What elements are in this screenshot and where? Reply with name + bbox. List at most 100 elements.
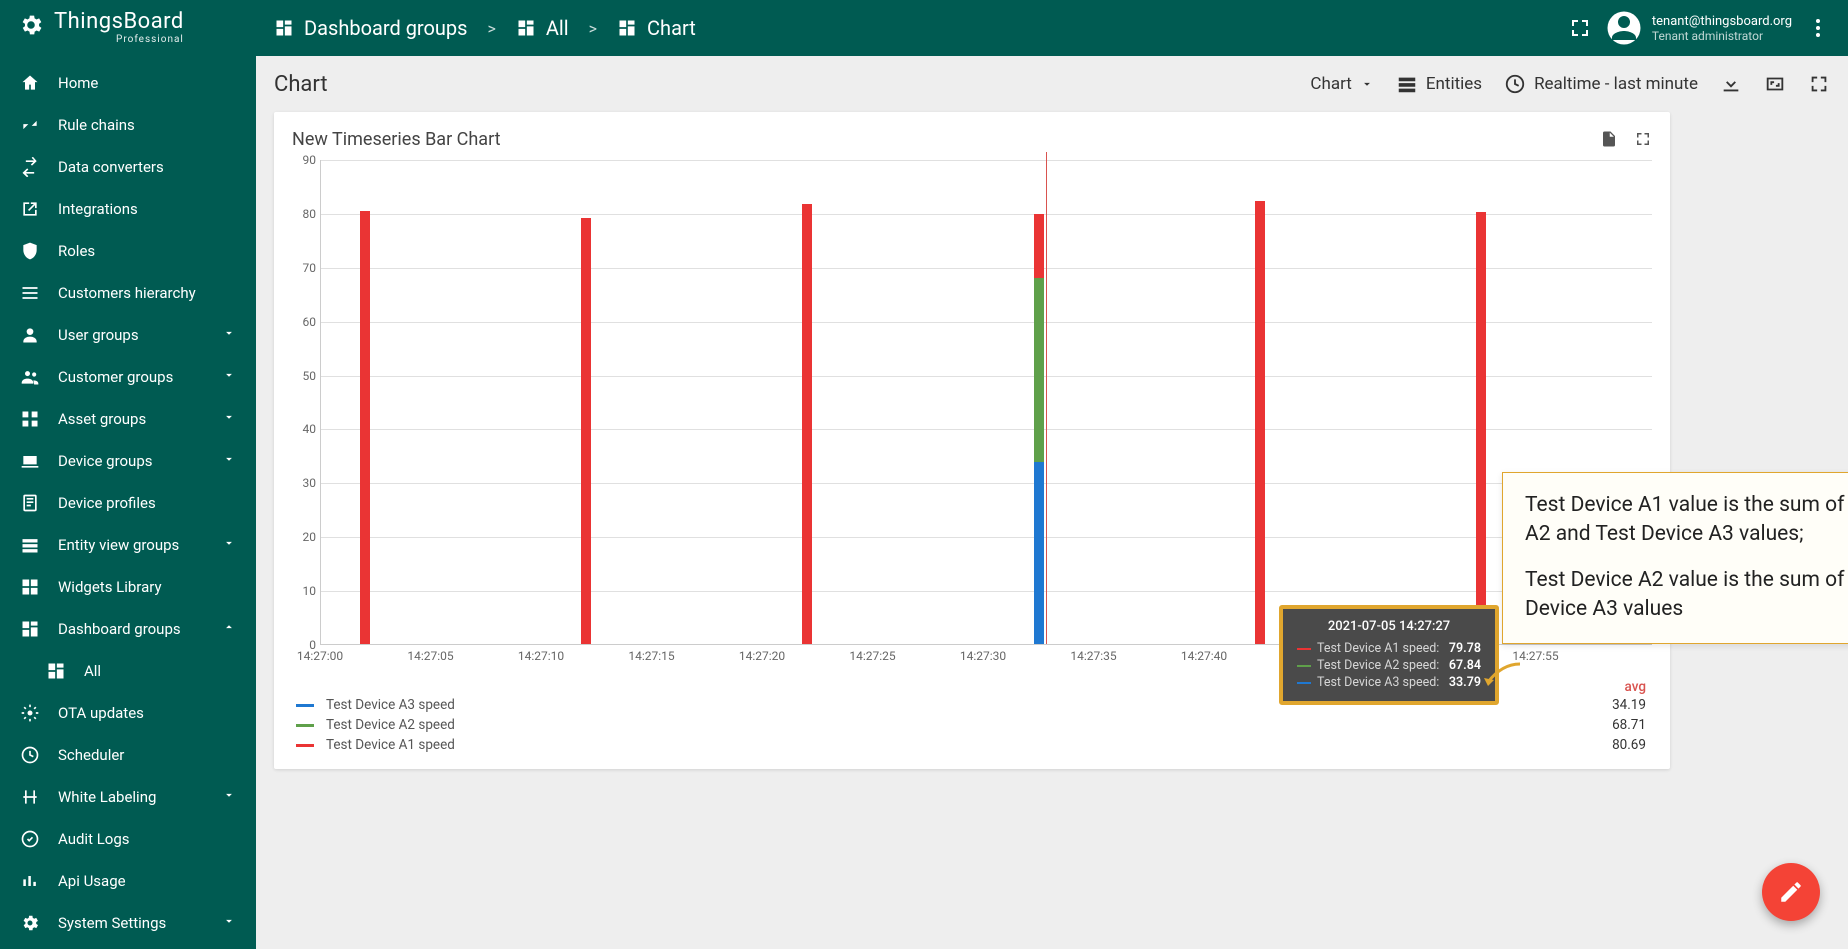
y-tick: 10 <box>303 584 317 598</box>
brand-name: ThingsBoard <box>54 11 184 33</box>
y-tick: 20 <box>303 530 317 544</box>
edit-fab[interactable] <box>1762 863 1820 921</box>
brand-logo[interactable]: ThingsBoard Professional <box>0 0 256 56</box>
nav-item-rule-chains[interactable]: Rule chains <box>0 104 256 146</box>
x-tick: 14:27:05 <box>407 649 453 663</box>
x-tick: 14:27:20 <box>739 649 785 663</box>
nav-label: Device groups <box>58 452 153 470</box>
legend-row[interactable]: Test Device A1 speed80.69 <box>292 735 1652 755</box>
dashboard-toolbar: Chart Chart Entities Realtime - last min… <box>256 56 1848 112</box>
x-tick: 14:27:30 <box>960 649 1006 663</box>
nav-item-white-labeling[interactable]: White Labeling <box>0 776 256 818</box>
nav-item-dashboard-groups[interactable]: Dashboard groups <box>0 608 256 650</box>
chart-tooltip: 2021-07-05 14:27:27 Test Device A1 speed… <box>1279 605 1499 705</box>
export-icon[interactable] <box>1600 130 1618 148</box>
callout-line2: Test Device A2 value is the sum of itsel… <box>1525 566 1848 625</box>
nav-label: System Settings <box>58 914 166 932</box>
nav-label: Entity view groups <box>58 536 179 554</box>
download-icon[interactable] <box>1720 73 1742 95</box>
nav-item-all[interactable]: All <box>0 650 256 692</box>
breadcrumb-sep: > <box>488 19 496 38</box>
fullscreen-icon[interactable] <box>1634 130 1652 148</box>
kebab-icon[interactable] <box>1806 16 1830 40</box>
entity-icon <box>20 535 40 555</box>
timewindow-button[interactable]: Realtime - last minute <box>1504 73 1698 95</box>
user-email: tenant@thingsboard.org <box>1652 14 1792 29</box>
nav-item-customers-hierarchy[interactable]: Customers hierarchy <box>0 272 256 314</box>
widget-card: New Timeseries Bar Chart 010203040506070… <box>274 112 1670 769</box>
nav-item-entity-view-groups[interactable]: Entity view groups <box>0 524 256 566</box>
breadcrumb-label: All <box>546 16 569 40</box>
gridline <box>321 268 1652 269</box>
x-tick: 14:27:15 <box>628 649 674 663</box>
header: Dashboard groups > All > Chart tenant@th… <box>256 0 1848 56</box>
breadcrumb-label: Chart <box>647 16 696 40</box>
y-tick: 80 <box>303 207 317 221</box>
y-axis: 0102030405060708090 <box>292 160 320 645</box>
gear-icon <box>20 913 40 933</box>
nav-label: Device profiles <box>58 494 156 512</box>
breadcrumb-chart[interactable]: Chart <box>617 16 696 40</box>
nav-item-system-settings[interactable]: System Settings <box>0 902 256 944</box>
nav-item-user-groups[interactable]: User groups <box>0 314 256 356</box>
legend-label: Test Device A2 speed <box>326 717 455 733</box>
chevron-down-icon <box>222 368 236 386</box>
fullscreen-icon[interactable] <box>1808 73 1830 95</box>
nav-item-device-groups[interactable]: Device groups <box>0 440 256 482</box>
entities-button[interactable]: Entities <box>1396 73 1482 95</box>
avatar-icon <box>1606 10 1642 46</box>
nav-item-asset-groups[interactable]: Asset groups <box>0 398 256 440</box>
nav-item-scheduler[interactable]: Scheduler <box>0 734 256 776</box>
nav-item-home[interactable]: Home <box>0 62 256 104</box>
chevron-down-icon <box>222 536 236 554</box>
nav-item-ota-updates[interactable]: OTA updates <box>0 692 256 734</box>
bar <box>1034 214 1044 644</box>
nav-item-audit-logs[interactable]: Audit Logs <box>0 818 256 860</box>
x-tick: 14:27:35 <box>1070 649 1116 663</box>
breadcrumb-groups[interactable]: Dashboard groups <box>274 16 468 40</box>
hierarchy-icon <box>20 283 40 303</box>
nav-item-widgets-library[interactable]: Widgets Library <box>0 566 256 608</box>
tooltip-row: Test Device A3 speed:33.79 <box>1297 674 1481 691</box>
nav-item-integrations[interactable]: Integrations <box>0 188 256 230</box>
nav-item-api-usage[interactable]: Api Usage <box>0 860 256 902</box>
gridline <box>321 537 1652 538</box>
chart-dropdown[interactable]: Chart <box>1310 74 1373 94</box>
profile-icon <box>20 493 40 513</box>
legend-row[interactable]: Test Device A2 speed 68.71 <box>292 715 1652 735</box>
entities-label: Entities <box>1426 74 1482 94</box>
nav-label: Asset groups <box>58 410 146 428</box>
nav-item-customer-groups[interactable]: Customer groups <box>0 356 256 398</box>
user-icon <box>20 325 40 345</box>
legend-avg: 68.71 <box>1612 717 1652 733</box>
timewindow-label: Realtime - last minute <box>1534 74 1698 94</box>
rules-icon <box>20 115 40 135</box>
assets-icon <box>20 409 40 429</box>
widget-title: New Timeseries Bar Chart <box>292 129 501 150</box>
x-tick: 14:27:25 <box>849 649 895 663</box>
sidebar: ThingsBoard Professional Home Rule chains… <box>0 0 256 949</box>
legend-label: Test Device A1 speed <box>326 737 455 753</box>
nav-label: Customers hierarchy <box>58 284 196 302</box>
dashboard-content: New Timeseries Bar Chart 010203040506070… <box>256 112 1848 949</box>
x-tick: 14:27:40 <box>1181 649 1227 663</box>
chevron-down-icon <box>222 452 236 470</box>
gridline <box>321 160 1652 161</box>
user-menu[interactable]: tenant@thingsboard.org Tenant administra… <box>1606 10 1792 46</box>
gridline <box>321 322 1652 323</box>
chevron-down-icon <box>222 914 236 932</box>
chevron-up-icon <box>222 620 236 638</box>
nav-item-device-profiles[interactable]: Device profiles <box>0 482 256 524</box>
fullscreen-icon[interactable] <box>1568 16 1592 40</box>
nav-item-roles[interactable]: Roles <box>0 230 256 272</box>
dashboard-icon <box>46 661 66 681</box>
gridline <box>321 376 1652 377</box>
nav-label: Scheduler <box>58 746 124 764</box>
breadcrumb-all[interactable]: All <box>516 16 569 40</box>
nav-label: Home <box>58 74 98 92</box>
aspect-ratio-icon[interactable] <box>1764 73 1786 95</box>
nav-item-data-converters[interactable]: Data converters <box>0 146 256 188</box>
bar <box>360 211 370 644</box>
x-tick: 14:27:00 <box>297 649 343 663</box>
home-icon <box>20 73 40 93</box>
